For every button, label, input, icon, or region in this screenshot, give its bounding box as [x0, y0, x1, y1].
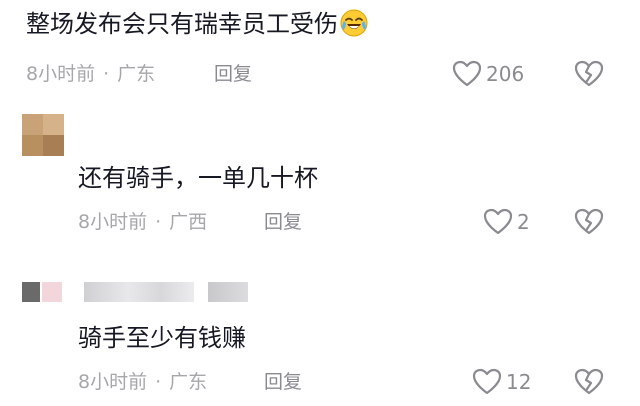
comment-time: 8小时前 [78, 211, 148, 233]
heart-icon [472, 368, 502, 395]
reply-button[interactable]: 回复 [264, 370, 302, 394]
heart-icon [483, 208, 513, 235]
broken-heart-icon [574, 208, 604, 235]
blurred-username [84, 282, 194, 302]
comment-location: 广东 [169, 371, 208, 393]
comment-location: 广西 [169, 211, 208, 233]
avatar [22, 114, 64, 156]
like-button[interactable]: 206 [452, 60, 524, 88]
reply-item: 还有骑手，一单几十杯 8小时前 · 广西 回复 2 [0, 100, 640, 260]
comment-location: 广东 [117, 63, 156, 85]
like-count: 206 [486, 62, 525, 86]
comment-meta: 8小时前 · 广东 [78, 370, 207, 394]
dislike-button[interactable] [574, 368, 604, 400]
comment-text: 还有骑手，一单几十杯 [78, 164, 318, 192]
like-button[interactable]: 2 [483, 208, 530, 236]
like-count: 2 [517, 210, 530, 234]
like-button[interactable]: 12 [472, 368, 531, 396]
blurred-username [208, 282, 248, 302]
meta-separator: · [155, 371, 162, 393]
dislike-button[interactable] [574, 60, 604, 92]
crying-laughing-emoji-icon [340, 9, 368, 37]
reply-button[interactable]: 回复 [264, 210, 302, 234]
like-count: 12 [506, 370, 532, 394]
comment-time: 8小时前 [26, 63, 96, 85]
meta-separator: · [103, 63, 110, 85]
avatar [22, 282, 64, 302]
comment-time: 8小时前 [78, 371, 148, 393]
comment-text-wrap: 整场发布会只有瑞幸员工受伤 [26, 8, 368, 40]
dislike-button[interactable] [574, 208, 604, 240]
heart-icon [452, 60, 482, 87]
comment-item: 整场发布会只有瑞幸员工受伤 8小时前 · 广东 回复 206 [0, 0, 640, 100]
comment-meta: 8小时前 · 广西 [78, 210, 207, 234]
reply-item: 骑手至少有钱赚 8小时前 · 广东 回复 12 [0, 260, 640, 406]
comment-text: 整场发布会只有瑞幸员工受伤 [26, 10, 338, 38]
broken-heart-icon [574, 368, 604, 395]
comment-text: 骑手至少有钱赚 [78, 324, 246, 352]
reply-button[interactable]: 回复 [214, 62, 252, 86]
meta-separator: · [155, 211, 162, 233]
broken-heart-icon [574, 60, 604, 87]
comment-meta: 8小时前 · 广东 [26, 62, 155, 86]
